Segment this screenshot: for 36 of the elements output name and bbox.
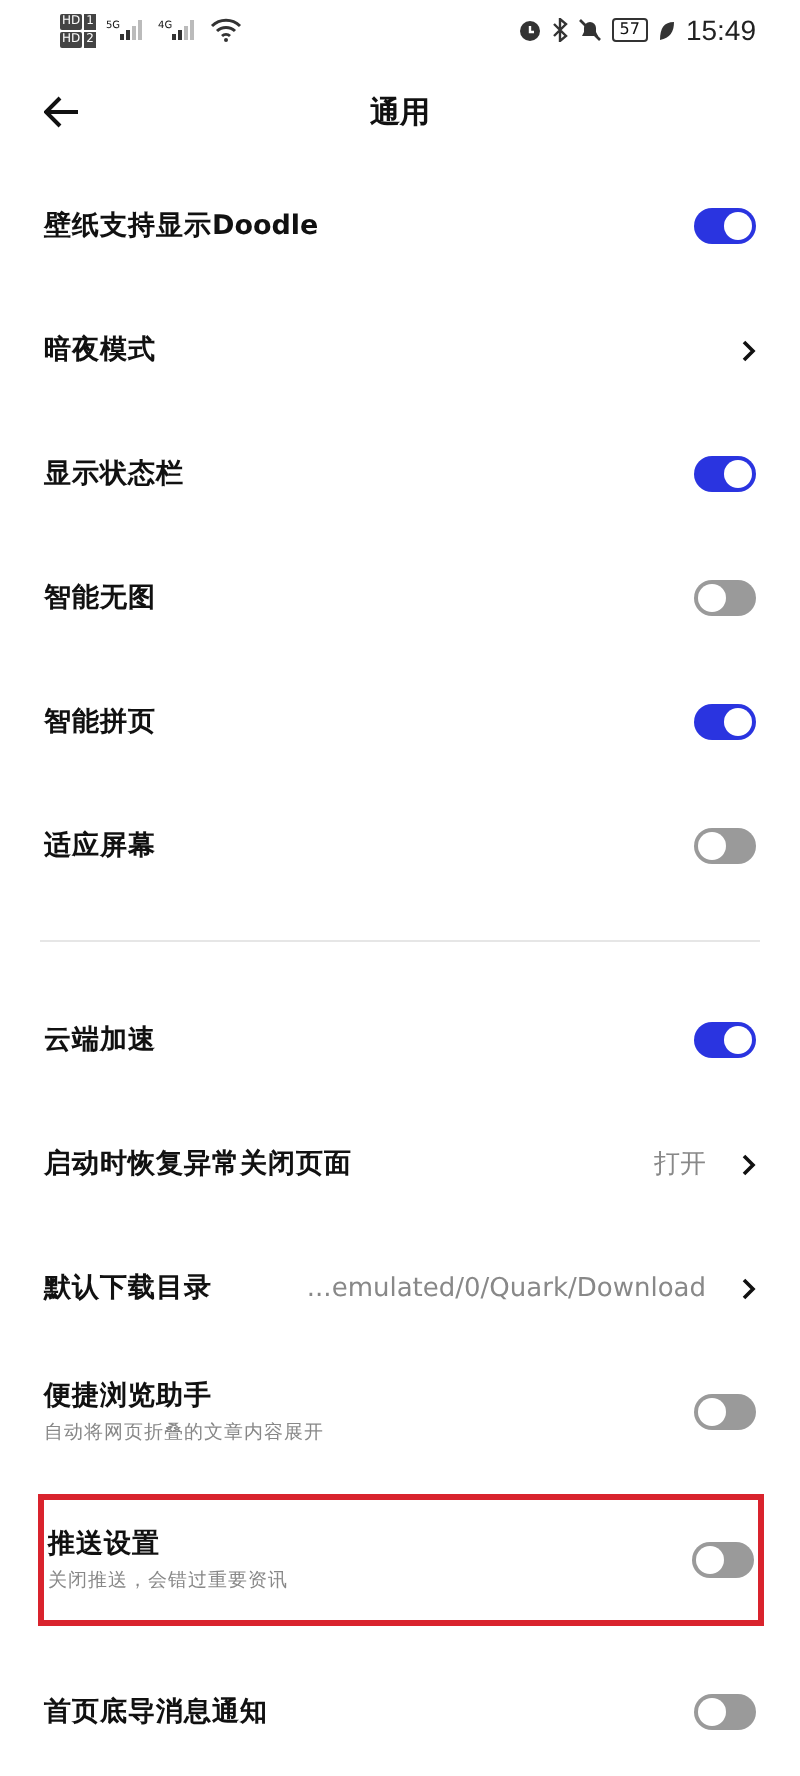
setting-label: 智能无图 xyxy=(44,580,158,616)
setting-label: 适应屏幕 xyxy=(44,828,158,864)
setting-label: 默认下载目录 xyxy=(44,1270,214,1306)
clock-time: 15:49 xyxy=(685,14,756,46)
setting-description: 自动将网页折叠的文章内容展开 xyxy=(44,1420,326,1446)
chevron-right-icon[interactable] xyxy=(742,1153,756,1175)
toggle-switch[interactable] xyxy=(692,1542,754,1578)
battery-indicator: 57 xyxy=(611,18,648,42)
bell-muted-icon xyxy=(577,18,602,42)
toggle-switch[interactable] xyxy=(694,580,756,616)
setting-value: 打开 xyxy=(654,1148,706,1182)
alarm-icon xyxy=(517,18,542,42)
toggle-switch[interactable] xyxy=(694,1694,756,1730)
setting-label: 推送设置 xyxy=(48,1526,162,1562)
toggle-switch[interactable] xyxy=(694,456,756,492)
setting-label: 云端加速 xyxy=(44,1022,158,1058)
setting-description: 关闭推送，会错过重要资讯 xyxy=(48,1568,290,1594)
setting-label: 壁纸支持显示Doodle xyxy=(44,208,321,244)
toggle-switch[interactable] xyxy=(694,1022,756,1058)
toggle-switch[interactable] xyxy=(694,704,756,740)
setting-label: 暗夜模式 xyxy=(44,332,158,368)
leaf-icon xyxy=(657,19,676,41)
setting-value: ...emulated/0/Quark/Download xyxy=(306,1273,706,1303)
page-title: 通用 xyxy=(370,93,430,131)
setting-label: 启动时恢复异常关闭页面 xyxy=(44,1146,354,1182)
setting-label: 便捷浏览助手 xyxy=(44,1378,214,1414)
toggle-switch[interactable] xyxy=(694,1394,756,1430)
setting-label: 首页底导消息通知 xyxy=(44,1694,270,1730)
toggle-switch[interactable] xyxy=(694,208,756,244)
toggle-switch[interactable] xyxy=(694,828,756,864)
setting-label: 智能拼页 xyxy=(44,704,158,740)
setting-label: 显示状态栏 xyxy=(44,456,186,492)
bluetooth-icon xyxy=(551,18,568,42)
chevron-right-icon[interactable] xyxy=(742,1277,756,1299)
wifi-icon xyxy=(210,18,243,42)
chevron-right-icon[interactable] xyxy=(742,339,756,361)
